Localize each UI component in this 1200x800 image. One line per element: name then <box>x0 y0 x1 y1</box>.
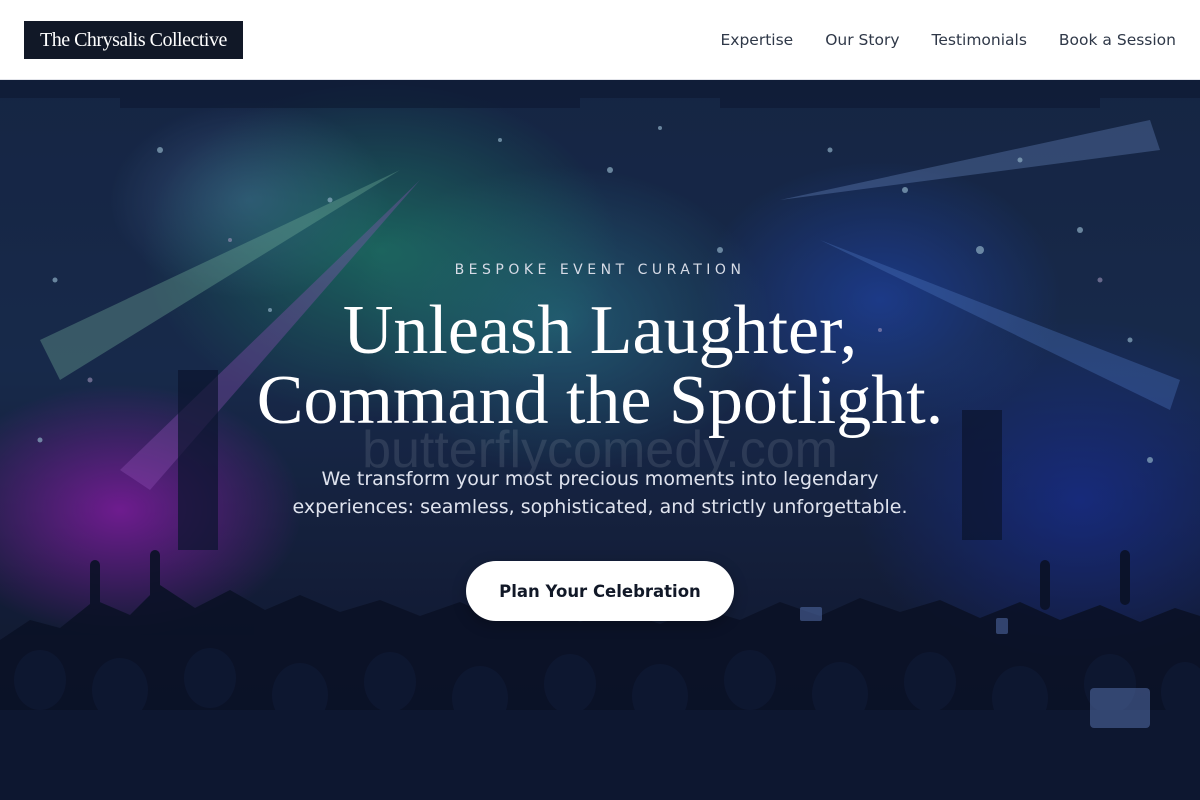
hero-subtitle-line-2: experiences: seamless, sophisticated, an… <box>292 496 908 518</box>
nav-link-testimonials[interactable]: Testimonials <box>932 31 1027 49</box>
plan-celebration-button[interactable]: Plan Your Celebration <box>466 561 734 621</box>
nav-link-our-story[interactable]: Our Story <box>825 31 899 49</box>
hero-headline-line-1: Unleash Laughter, <box>342 292 858 369</box>
nav-link-book-session[interactable]: Book a Session <box>1059 31 1176 49</box>
hero-eyebrow: BESPOKE EVENT CURATION <box>454 262 746 278</box>
hero-headline-line-2: Command the Spotlight. <box>256 362 944 439</box>
nav-link-expertise[interactable]: Expertise <box>721 31 794 49</box>
hero-section: butterflycomedy.com BESPOKE EVENT CURATI… <box>0 80 1200 800</box>
site-header: The Chrysalis Collective Expertise Our S… <box>0 0 1200 80</box>
main-nav: Expertise Our Story Testimonials Book a … <box>721 0 1177 80</box>
hero-subtitle: We transform your most precious moments … <box>0 465 1200 521</box>
hero-subtitle-line-1: We transform your most precious moments … <box>321 468 879 490</box>
site-logo[interactable]: The Chrysalis Collective <box>24 21 243 59</box>
hero-headline: Unleash Laughter, Command the Spotlight. <box>0 296 1200 436</box>
